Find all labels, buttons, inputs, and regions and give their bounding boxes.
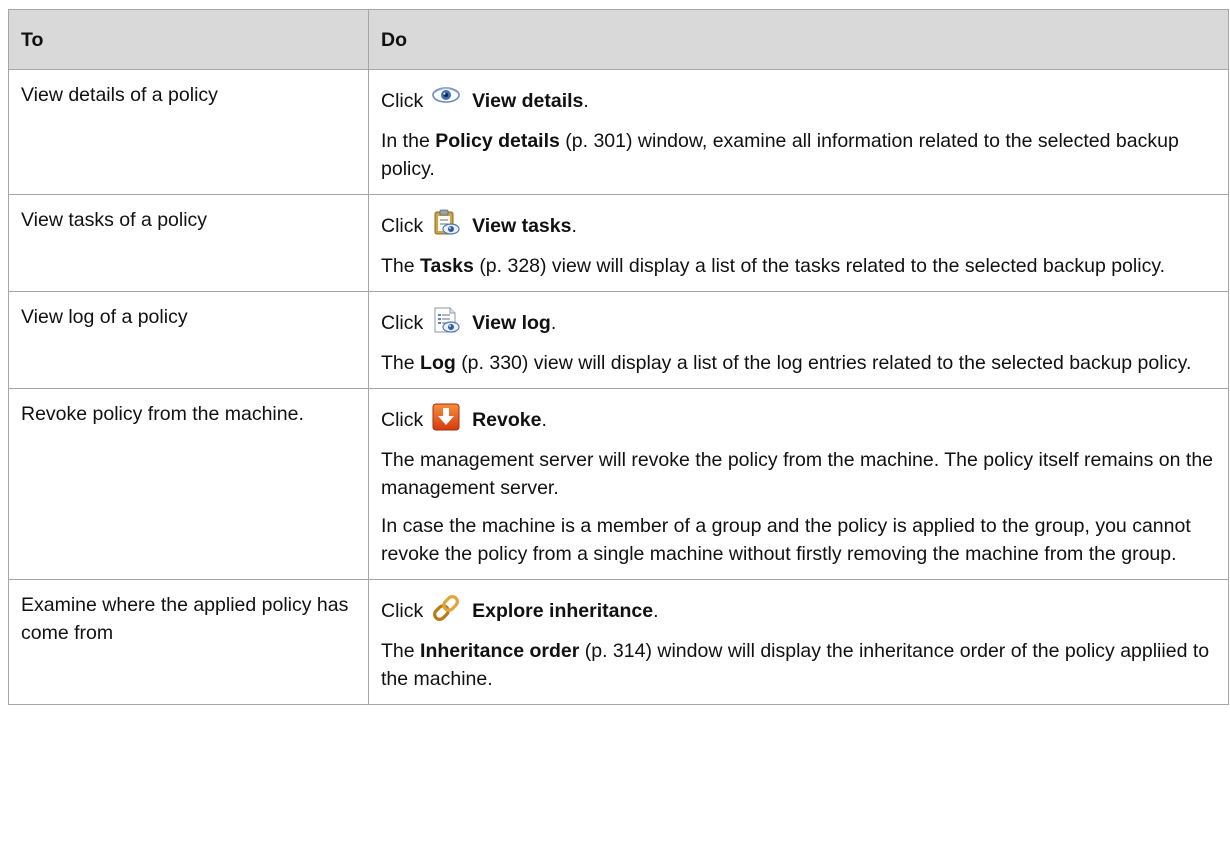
action-description: The Inheritance order (p. 314) window wi… [381,637,1216,693]
table-row: Examine where the applied policy has com… [8,579,1229,705]
description-term: Inheritance order [420,640,580,662]
action-label[interactable]: Explore inheritance [472,600,653,622]
action-description-note: In case the machine is a member of a gro… [381,515,1191,565]
click-prefix: Click [381,90,424,112]
action-cell: Click Explore inheritance. The Inheritan [368,579,1229,705]
column-header-to: To [8,9,369,70]
table-header-row: To Do [8,9,1229,70]
action-description: The management server will revoke the po… [381,449,1214,499]
chain-link-icon[interactable] [431,593,461,623]
view-log-icon[interactable] [431,305,461,335]
action-cell: Click View log. The Log (p. 330) view wi… [368,291,1229,389]
action-description: In the Policy details (p. 301) window, e… [381,127,1216,183]
description-text: In the [381,130,430,152]
view-tasks-icon[interactable] [431,208,461,238]
revoke-arrow-icon[interactable] [431,402,461,432]
action-line: Click View details. [381,79,1216,117]
action-description: The Log (p. 330) view will display a lis… [381,349,1216,377]
table-row: View details of a policy Click View deta… [8,69,1229,195]
description-text: (p. 330) view will display a list of the… [461,352,1192,374]
action-cell: Click View details. In the Policy detail… [368,69,1229,195]
description-term: Policy details [435,130,560,152]
action-description: The Tasks (p. 328) view will display a l… [381,252,1216,280]
action-label[interactable]: View tasks [472,215,571,237]
eye-icon[interactable] [431,83,461,113]
table-row: View log of a policy Click View log. The… [8,291,1229,389]
action-line: Click View tasks. [381,204,1216,242]
action-line: Click View log. [381,301,1216,339]
description-text: (p. 328) view will display a list of the… [479,255,1166,277]
click-prefix: Click [381,312,424,334]
task-cell: View details of a policy [8,69,369,195]
action-label[interactable]: View log [472,312,551,334]
description-term: Log [420,352,456,374]
table-row: Revoke policy from the machine. Click Re… [8,388,1229,580]
click-prefix: Click [381,600,424,622]
task-cell: View log of a policy [8,291,369,389]
description-text: The [381,640,415,662]
policy-actions-table: To Do View details of a policy Click Vie… [8,9,1229,705]
action-cell: Click View tasks. The Tasks (p. 328) vie… [368,194,1229,292]
task-cell: Examine where the applied policy has com… [8,579,369,705]
description-text: The [381,255,415,277]
task-cell: Revoke policy from the machine. [8,388,369,580]
action-line: Click Revoke. [381,398,1216,436]
action-label[interactable]: Revoke [472,409,541,431]
task-cell: View tasks of a policy [8,194,369,292]
action-line: Click Explore inheritance. [381,589,1216,627]
action-label[interactable]: View details [472,90,583,112]
policy-actions-table-wrapper: To Do View details of a policy Click Vie… [8,9,1229,705]
click-prefix: Click [381,409,424,431]
column-header-do: Do [368,9,1229,70]
description-text: The [381,352,415,374]
description-term: Tasks [420,255,474,277]
action-cell: Click Revoke. The management server will… [368,388,1229,580]
table-row: View tasks of a policy Click View tasks.… [8,194,1229,292]
click-prefix: Click [381,215,424,237]
